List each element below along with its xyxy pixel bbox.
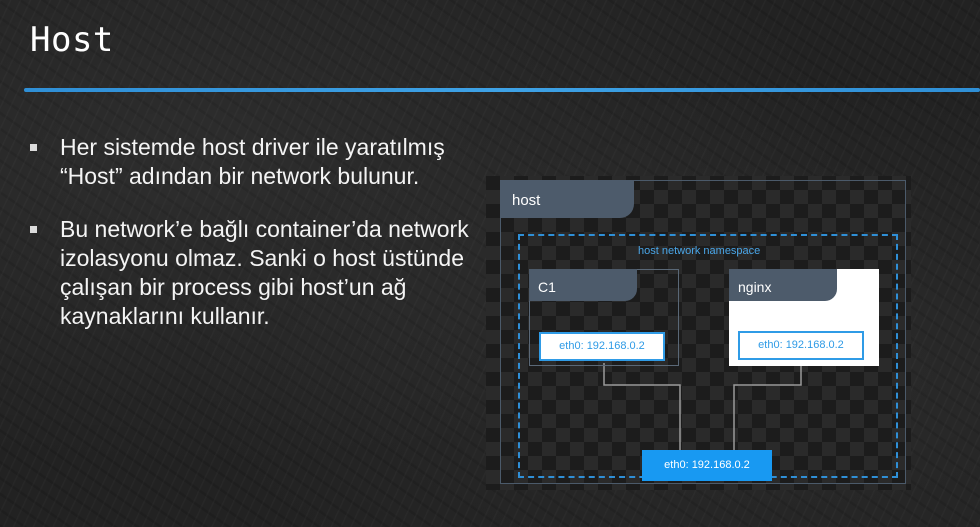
container-c1-tab: C1 xyxy=(529,269,637,301)
container-nginx-tab: nginx xyxy=(729,269,837,301)
c1-connector xyxy=(603,363,681,450)
bullet-text: Bu network’e bağlı container’da network … xyxy=(60,216,469,329)
bullet-item: Her sistemde host driver ile yaratılmış … xyxy=(30,133,470,191)
bullet-list: Her sistemde host driver ile yaratılmış … xyxy=(30,133,470,355)
host-eth-interface: eth0: 192.168.0.2 xyxy=(642,450,772,481)
nginx-eth-interface: eth0: 192.168.0.2 xyxy=(738,331,864,360)
bullet-text: Her sistemde host driver ile yaratılmış … xyxy=(60,134,445,189)
bullet-marker xyxy=(30,226,37,233)
network-diagram: host host network namespace C1 eth0: 192… xyxy=(486,176,911,490)
nginx-connector xyxy=(733,362,802,450)
c1-eth-interface: eth0: 192.168.0.2 xyxy=(539,332,665,361)
bullet-marker xyxy=(30,144,37,151)
bullet-item: Bu network’e bağlı container’da network … xyxy=(30,215,470,331)
title-divider xyxy=(24,88,980,92)
slide-title: Host xyxy=(30,20,114,60)
